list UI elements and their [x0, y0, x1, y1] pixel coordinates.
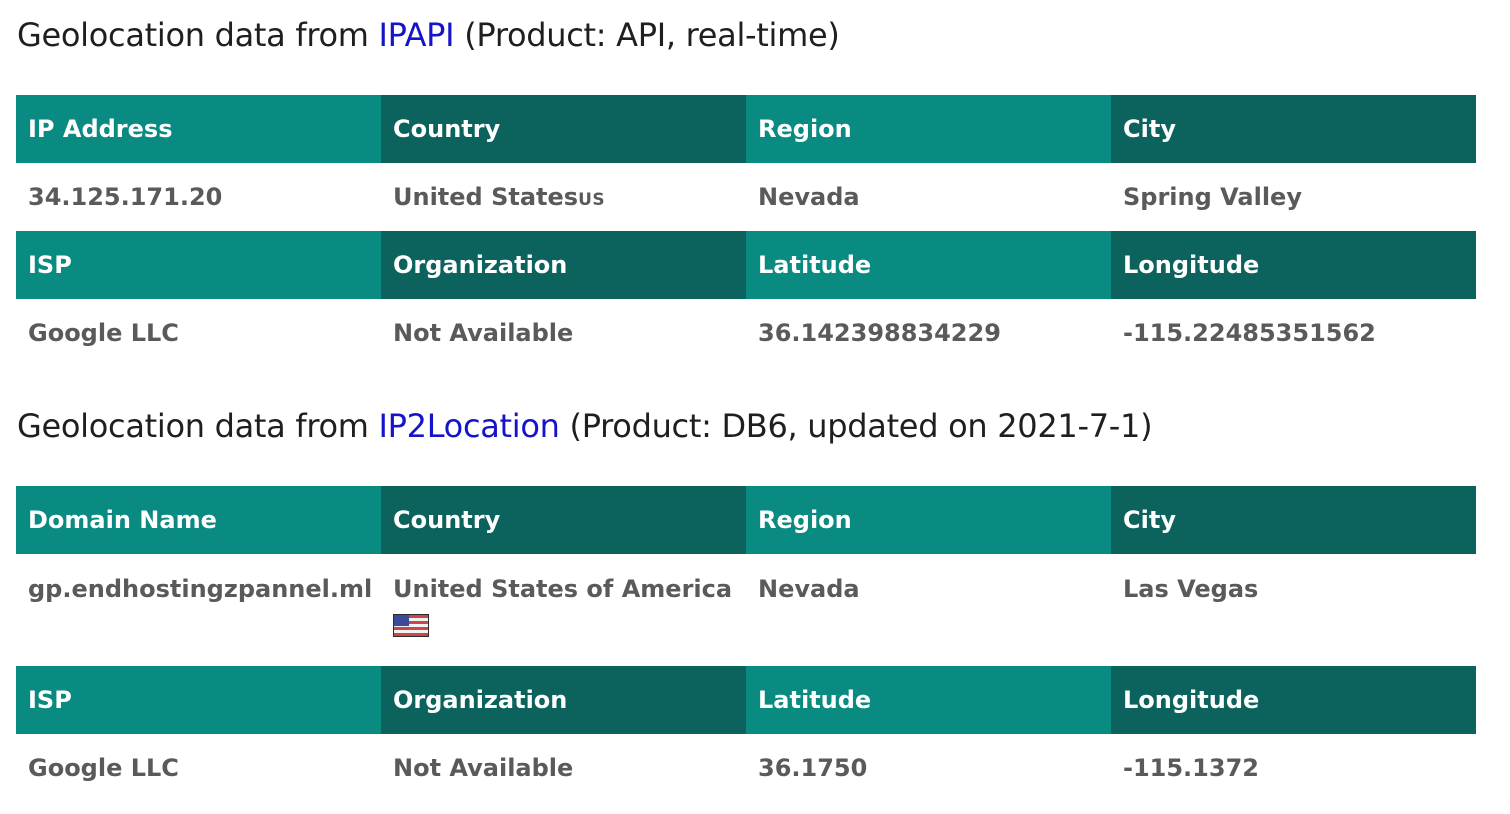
ipapi-link[interactable]: IPAPI — [379, 16, 455, 54]
header-latitude: Latitude — [746, 666, 1111, 734]
value-row: Google LLC Not Available 36.1750 -115.13… — [16, 734, 1476, 802]
header-country: Country — [381, 95, 746, 163]
header-domain-name: Domain Name — [16, 486, 381, 554]
title-prefix: Geolocation data from — [17, 16, 379, 54]
ipapi-geolocation-table: IP Address Country Region City 34.125.17… — [16, 95, 1476, 367]
header-isp: ISP — [16, 666, 381, 734]
value-row: Google LLC Not Available 36.142398834229… — [16, 299, 1476, 367]
header-city: City — [1111, 486, 1476, 554]
header-longitude: Longitude — [1111, 231, 1476, 299]
value-isp: Google LLC — [28, 319, 179, 347]
header-longitude: Longitude — [1111, 666, 1476, 734]
value-region: Nevada — [758, 183, 860, 211]
ip2location-geolocation-table: Domain Name Country Region City gp.endho… — [16, 486, 1476, 802]
value-row: 34.125.171.20 United StatesUS Nevada Spr… — [16, 163, 1476, 231]
value-latitude: 36.142398834229 — [758, 319, 1001, 347]
country-code: US — [578, 190, 606, 210]
value-latitude: 36.1750 — [758, 754, 868, 782]
value-city: Las Vegas — [1123, 575, 1259, 603]
value-longitude: -115.22485351562 — [1123, 319, 1376, 347]
header-ip-address: IP Address — [16, 95, 381, 163]
value-city: Spring Valley — [1123, 183, 1302, 211]
value-region: Nevada — [758, 575, 860, 603]
header-latitude: Latitude — [746, 231, 1111, 299]
page: Geolocation data from IPAPI (Product: AP… — [0, 0, 1510, 814]
title-suffix: (Product: API, real-time) — [454, 16, 840, 54]
header-region: Region — [746, 95, 1111, 163]
title-prefix: Geolocation data from — [17, 407, 379, 445]
header-organization: Organization — [381, 666, 746, 734]
header-city: City — [1111, 95, 1476, 163]
title-suffix: (Product: DB6, updated on 2021-7-1) — [559, 407, 1153, 445]
value-isp: Google LLC — [28, 754, 179, 782]
value-row: gp.endhostingzpannel.ml United States of… — [16, 554, 1476, 666]
country-name: United States — [393, 183, 579, 211]
section-title-ipapi: Geolocation data from IPAPI (Product: AP… — [17, 16, 840, 54]
header-region: Region — [746, 486, 1111, 554]
value-organization: Not Available — [393, 319, 574, 347]
header-row: Domain Name Country Region City — [16, 486, 1476, 554]
us-flag-icon — [393, 614, 429, 637]
value-country: United StatesUS — [381, 163, 746, 231]
header-country: Country — [381, 486, 746, 554]
header-organization: Organization — [381, 231, 746, 299]
header-row: ISP Organization Latitude Longitude — [16, 666, 1476, 734]
country-name: United States of America — [393, 575, 733, 603]
header-isp: ISP — [16, 231, 381, 299]
value-country: United States of America — [381, 554, 746, 666]
ip2location-link[interactable]: IP2Location — [379, 407, 560, 445]
value-longitude: -115.1372 — [1123, 754, 1259, 782]
header-row: ISP Organization Latitude Longitude — [16, 231, 1476, 299]
value-domain-name: gp.endhostingzpannel.ml — [28, 575, 373, 603]
header-row: IP Address Country Region City — [16, 95, 1476, 163]
value-ip-address: 34.125.171.20 — [28, 183, 223, 211]
section-title-ip2location: Geolocation data from IP2Location (Produ… — [17, 407, 1153, 445]
value-organization: Not Available — [393, 754, 574, 782]
